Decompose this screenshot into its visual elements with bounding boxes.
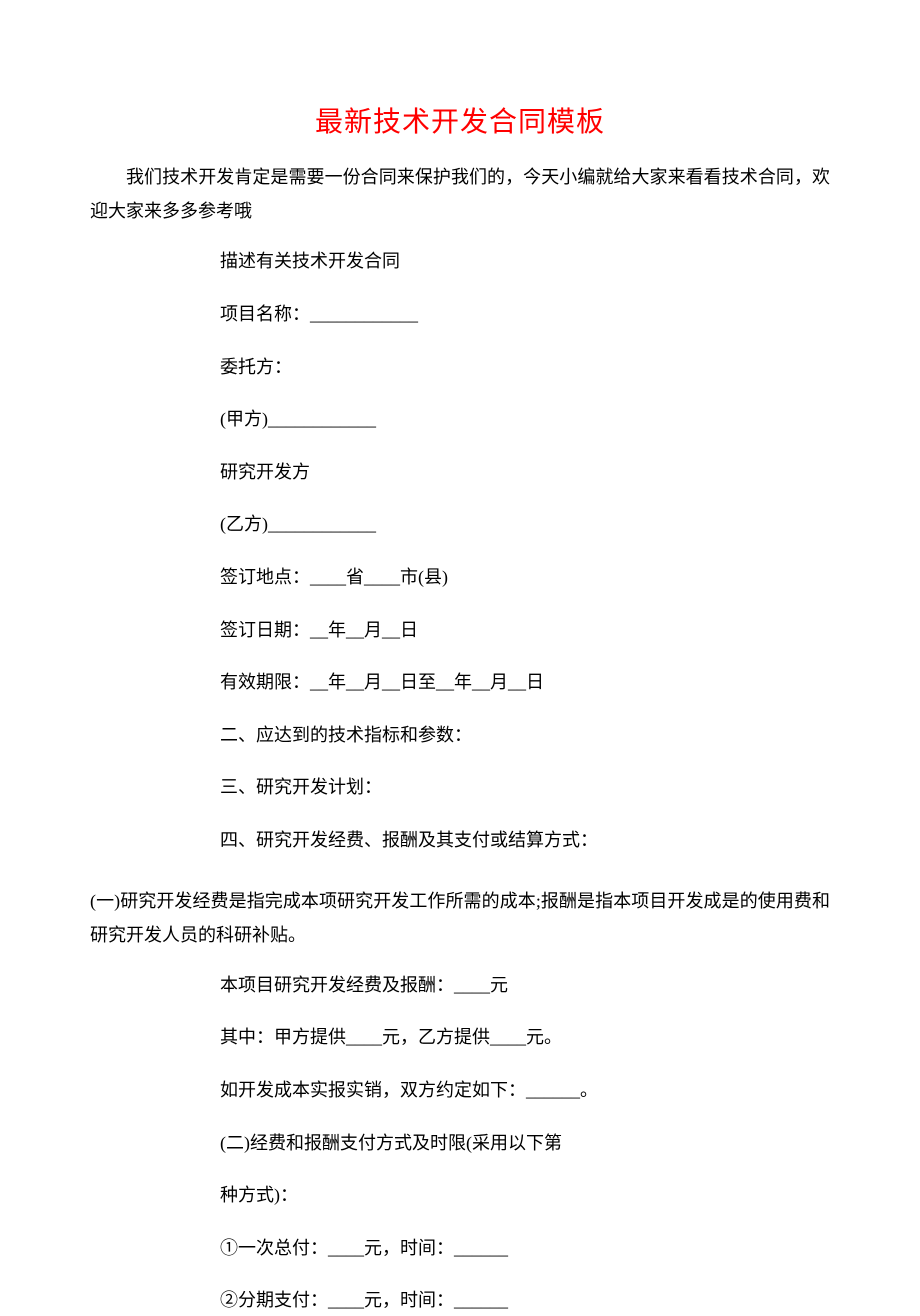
- section-2: 本项目研究开发经费及报酬：____元 其中：甲方提供____元，乙方提供____…: [220, 970, 830, 1316]
- line-item-3: 三、研究开发计划：: [220, 772, 830, 803]
- document-title: 最新技术开发合同模板: [90, 100, 830, 140]
- line-cost-split: 其中：甲方提供____元，乙方提供____元。: [220, 1022, 830, 1053]
- line-lumpsum: ①一次总付：____元，时间：______: [220, 1233, 830, 1264]
- line-desc: 描述有关技术开发合同: [220, 246, 830, 277]
- section-1: 描述有关技术开发合同 项目名称：____________ 委托方： (甲方)__…: [220, 246, 830, 855]
- line-item-4: 四、研究开发经费、报酬及其支付或结算方式：: [220, 825, 830, 856]
- line-cost-reimburse: 如开发成本实报实销，双方约定如下：______。: [220, 1075, 830, 1106]
- line-client: 委托方：: [220, 352, 830, 383]
- paragraph-cost-desc: (一)研究开发经费是指完成本项研究开发工作所需的成本;报酬是指本项目开发成是的使…: [90, 884, 830, 952]
- line-party-a: (甲方)____________: [220, 404, 830, 435]
- line-sign-date: 签订日期：__年__月__日: [220, 615, 830, 646]
- line-payment-method-1: (二)经费和报酬支付方式及时限(采用以下第: [220, 1128, 830, 1159]
- line-item-2: 二、应达到的技术指标和参数：: [220, 720, 830, 751]
- line-payment-method-2: 种方式)：: [220, 1180, 830, 1211]
- line-installment: ②分期支付：____元，时间：______: [220, 1285, 830, 1316]
- line-cost-amount: 本项目研究开发经费及报酬：____元: [220, 970, 830, 1001]
- line-sign-location: 签订地点：____省____市(县): [220, 562, 830, 593]
- line-party-b: (乙方)____________: [220, 509, 830, 540]
- line-project-name: 项目名称：____________: [220, 299, 830, 330]
- intro-paragraph: 我们技术开发肯定是需要一份合同来保护我们的，今天小编就给大家来看看技术合同，欢迎…: [90, 160, 830, 228]
- line-developer: 研究开发方: [220, 457, 830, 488]
- line-valid-period: 有效期限：__年__月__日至__年__月__日: [220, 667, 830, 698]
